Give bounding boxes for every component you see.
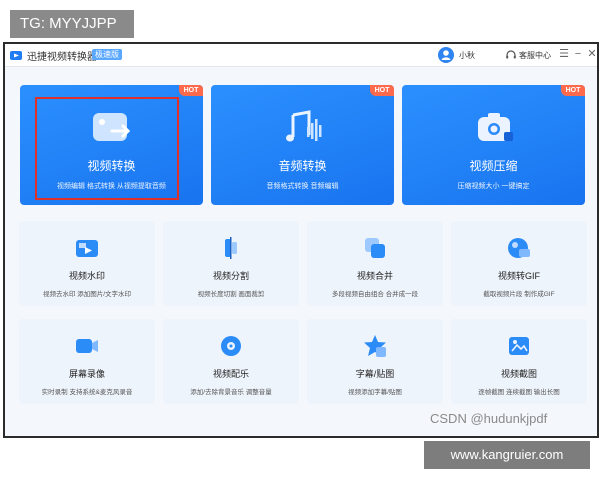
close-button[interactable]: ✕ — [585, 47, 597, 62]
tool-desc: 视频添加字幕/贴图 — [348, 389, 402, 396]
subtitle-icon — [364, 335, 386, 357]
tool-desc: 视频长度切割 画面裁剪 — [197, 291, 265, 298]
tool-title: 视频截图 — [500, 369, 537, 379]
title-bar: 迅捷视频转换器 极速版 小秋 客服中心 ☰ − ✕ — [5, 44, 597, 67]
menu-button[interactable]: ☰ — [557, 47, 571, 62]
card-video-convert[interactable]: HOT 视频转换 视频编辑 格式转换 从视频提取音频 — [20, 85, 203, 205]
username[interactable]: 小秋 — [459, 50, 475, 61]
video-convert-icon — [92, 113, 130, 141]
screenshot-icon — [509, 337, 529, 355]
tool-desc: 实时录制 支持系统&麦克风录音 — [41, 389, 133, 396]
tool-title: 字幕/贴图 — [355, 369, 395, 379]
tool-video-to-gif[interactable]: 视频转GIF 截取视频片段 制作成GIF — [451, 221, 587, 306]
tool-title: 屏幕录像 — [68, 369, 105, 379]
tool-desc: 多段视频自由组合 合并成一段 — [331, 291, 419, 298]
minimize-button[interactable]: − — [571, 47, 585, 62]
tool-video-watermark[interactable]: 视频水印 视频去水印 添加图片/文字水印 — [19, 221, 155, 306]
version-badge: 极速版 — [92, 49, 122, 60]
watermark-csdn: CSDN @hudunkjpdf — [430, 411, 548, 426]
overlay-tag: TG: MYYJJPP — [10, 10, 134, 38]
tool-desc: 截取视频片段 制作成GIF — [483, 291, 555, 298]
app-title: 迅捷视频转换器 — [27, 52, 97, 63]
tool-title: 视频分割 — [212, 271, 249, 281]
app-window: 迅捷视频转换器 极速版 小秋 客服中心 ☰ − ✕ HOT 视频转换 视频编辑 … — [3, 42, 599, 438]
app-logo-icon — [10, 51, 22, 60]
soundtrack-icon — [221, 336, 241, 356]
tool-desc: 逐帧截图 连续截图 输出长图 — [478, 389, 560, 396]
card-title: 视频转换 — [87, 159, 136, 173]
screen-record-icon — [76, 339, 98, 353]
headset-icon[interactable] — [505, 49, 517, 61]
card-audio-convert[interactable]: HOT 音频转换 音频格式转换 音频编辑 — [211, 85, 394, 205]
music-note-icon — [285, 110, 321, 142]
tool-title: 视频水印 — [68, 271, 105, 281]
tool-desc: 视频去水印 添加图片/文字水印 — [42, 291, 132, 298]
tool-video-split[interactable]: 视频分割 视频长度切割 画面裁剪 — [163, 221, 299, 306]
tool-video-merge[interactable]: 视频合并 多段视频自由组合 合并成一段 — [307, 221, 443, 306]
card-title: 视频压缩 — [469, 159, 518, 173]
card-desc: 压缩视频大小 一键搞定 — [457, 183, 530, 190]
user-avatar-icon[interactable] — [438, 47, 454, 63]
gif-icon — [508, 238, 530, 258]
tool-desc: 添加/去除背景音乐 调整音量 — [190, 389, 272, 396]
tool-title: 视频配乐 — [212, 369, 249, 379]
card-desc: 音频格式转换 音频编辑 — [266, 183, 339, 190]
hot-badge: HOT — [370, 85, 394, 96]
tool-title: 视频合并 — [356, 271, 393, 281]
card-video-compress[interactable]: HOT 视频压缩 压缩视频大小 一键搞定 — [402, 85, 585, 205]
tool-video-screenshot[interactable]: 视频截图 逐帧截图 连续截图 输出长图 — [451, 319, 587, 404]
hot-badge: HOT — [561, 85, 585, 96]
scissors-icon — [225, 237, 237, 259]
tool-video-soundtrack[interactable]: 视频配乐 添加/去除背景音乐 调整音量 — [163, 319, 299, 404]
camera-compress-icon — [477, 113, 513, 141]
card-desc: 视频编辑 格式转换 从视频提取音频 — [57, 183, 166, 190]
tool-subtitle-sticker[interactable]: 字幕/贴图 视频添加字幕/贴图 — [307, 319, 443, 404]
tool-title: 视频转GIF — [498, 271, 540, 281]
merge-icon — [365, 238, 385, 258]
card-title: 音频转换 — [278, 159, 327, 173]
tool-screen-record[interactable]: 屏幕录像 实时录制 支持系统&麦克风录音 — [19, 319, 155, 404]
support-center-link[interactable]: 客服中心 — [519, 50, 551, 61]
hot-badge: HOT — [179, 85, 203, 96]
watermark-site: www.kangruier.com — [424, 441, 590, 469]
watermark-icon — [76, 240, 98, 257]
